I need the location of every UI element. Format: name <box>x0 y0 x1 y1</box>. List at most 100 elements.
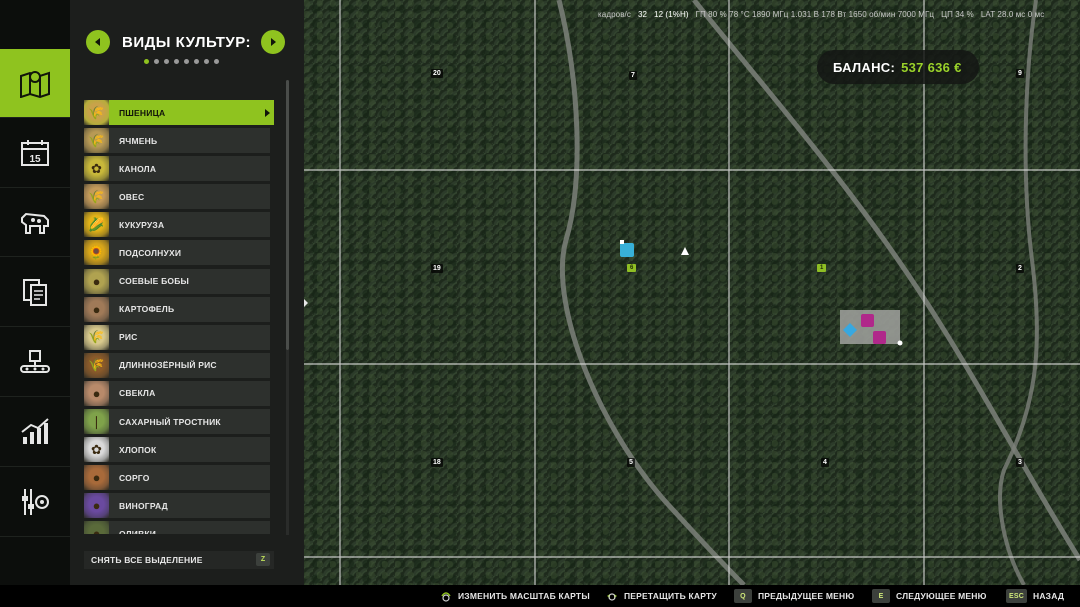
long-grain-rice-icon: 🌾 <box>84 352 109 378</box>
hint-next-menu[interactable]: E СЛЕДУЮЩЕЕ МЕНЮ <box>872 589 987 603</box>
crop-item[interactable]: ✿ ХЛОПОК <box>84 437 270 463</box>
page-dot[interactable] <box>214 59 219 64</box>
crop-item[interactable]: 🌾 ПШЕНИЦА <box>84 100 274 125</box>
nav-settings-button[interactable] <box>0 468 70 537</box>
hint-zoom-map[interactable]: ИЗМЕНИТЬ МАСШТАБ КАРТЫ <box>440 589 590 603</box>
crop-item[interactable]: 🌻 ПОДСОЛНУХИ <box>84 240 270 266</box>
crop-glyph: ● <box>92 301 101 317</box>
crop-label: ХЛОПОК <box>119 444 157 455</box>
crop-item[interactable]: ● ВИНОГРАД <box>84 493 270 519</box>
shop-marker-icon[interactable] <box>620 243 634 257</box>
cpu-stats: ЦП 34 % <box>941 10 974 19</box>
crop-glyph: 🌽 <box>88 216 105 232</box>
crop-item[interactable]: ● КАРТОФЕЛЬ <box>84 296 270 322</box>
field-number-tag[interactable]: 6 <box>627 264 637 272</box>
nav-animals-button[interactable] <box>0 188 70 257</box>
grid-label: 20 <box>431 69 443 78</box>
crop-glyph: 🌾 <box>88 329 105 345</box>
map-icon <box>20 71 50 98</box>
road <box>556 0 746 585</box>
building-marker-icon[interactable] <box>873 331 886 344</box>
crop-glyph: ✿ <box>91 441 102 457</box>
panel-header: ВИДЫ КУЛЬТУР: <box>70 30 304 56</box>
crop-glyph: ● <box>92 385 101 401</box>
crop-glyph: ● <box>92 526 101 534</box>
crop-glyph: 🌾 <box>88 132 105 148</box>
page-dot[interactable] <box>194 59 199 64</box>
hint-drag-map[interactable]: ПЕРЕТАЩИТЬ КАРТУ <box>606 589 717 603</box>
page-dot[interactable] <box>174 59 179 64</box>
performance-stats: кадров/с 32 12 (1%Н) ГП 80 % 78 °C 1890 … <box>598 10 1044 19</box>
balance-value: 537 636 € <box>901 59 962 75</box>
wheat-icon: 🌾 <box>84 100 109 125</box>
key-esc: ESC <box>1006 589 1027 603</box>
next-page-button[interactable] <box>261 30 285 54</box>
menu-icon-bar: 15 <box>0 0 76 607</box>
building-marker-icon[interactable] <box>861 314 874 327</box>
deselect-all-button[interactable]: СНЯТЬ ВСЕ ВЫДЕЛЕНИЕ Z <box>84 551 274 569</box>
calendar-icon: 15 <box>21 140 49 166</box>
hint-label: НАЗАД <box>1033 591 1065 601</box>
crop-item[interactable]: 🌾 ЯЧМЕНЬ <box>84 128 270 154</box>
soybean-icon: ● <box>84 268 109 294</box>
beet-icon: ● <box>84 380 109 406</box>
potato-icon: ● <box>84 296 109 322</box>
gpu-stats: ГП 80 % 78 °C 1890 МГц 1.031 В 178 Вт 16… <box>695 10 935 19</box>
production-icon <box>20 350 50 373</box>
page-dot[interactable] <box>154 59 159 64</box>
nav-map-button[interactable] <box>0 49 76 118</box>
page-dot[interactable] <box>204 59 209 64</box>
crop-label: СОРГО <box>119 472 150 483</box>
nav-contracts-button[interactable] <box>0 258 70 327</box>
canola-icon: ✿ <box>84 156 109 182</box>
grid-label: 2 <box>1016 264 1024 273</box>
page-dot[interactable] <box>144 59 149 64</box>
crop-item[interactable]: 🌾 ДЛИННОЗЁРНЫЙ РИС <box>84 352 270 378</box>
sugarcane-icon: ❘ <box>84 409 109 435</box>
prev-page-button[interactable] <box>86 30 110 54</box>
crop-list-scroll-track[interactable] <box>286 350 289 535</box>
grid-label: 3 <box>1016 458 1024 467</box>
crop-glyph: 🌻 <box>88 244 105 260</box>
hint-prev-menu[interactable]: Q ПРЕДЫДУЩЕЕ МЕНЮ <box>734 589 854 603</box>
nav-production-button[interactable] <box>0 328 70 397</box>
grid-label: 5 <box>627 458 635 467</box>
map-view[interactable]: 20 7 9 19 2 18 5 4 3 6 1 <box>304 0 1080 585</box>
crop-label: СОЕВЫЕ БОБЫ <box>119 276 190 287</box>
frame-value: 12 (1%Н) <box>654 10 689 19</box>
crop-label: ОЛИВКИ <box>119 528 157 534</box>
balance-display: БАЛАНС: 537 636 € <box>817 50 979 84</box>
crop-label: РИС <box>119 332 138 343</box>
field-number-tag[interactable]: 1 <box>817 264 827 272</box>
crop-item[interactable]: ❘ САХАРНЫЙ ТРОСТНИК <box>84 409 270 435</box>
crop-item[interactable]: ● СОРГО <box>84 465 270 491</box>
nav-statistics-button[interactable] <box>0 398 70 467</box>
key-e: E <box>872 589 890 603</box>
latency-stats: LAT 28.0 мс 0 мс <box>980 10 1045 19</box>
crop-item[interactable]: ● ОЛИВКИ <box>84 521 270 534</box>
crop-item[interactable]: ● СОЕВЫЕ БОБЫ <box>84 268 270 294</box>
corn-icon: 🌽 <box>84 212 109 238</box>
panel-title: ВИДЫ КУЛЬТУР: <box>122 34 252 51</box>
crop-label: ВИНОГРАД <box>119 500 168 511</box>
crop-list-scrollbar[interactable] <box>286 80 289 350</box>
crop-item[interactable]: ✿ КАНОЛА <box>84 156 270 182</box>
player-marker-icon[interactable] <box>681 247 689 255</box>
crop-item[interactable]: 🌾 РИС <box>84 324 270 350</box>
crop-item[interactable]: 🌽 КУКУРУЗА <box>84 212 270 238</box>
crop-label: ПШЕНИЦА <box>119 107 166 118</box>
deselect-key-hint: Z <box>256 553 270 566</box>
hint-back[interactable]: ESC НАЗАД <box>1006 589 1064 603</box>
page-dot[interactable] <box>164 59 169 64</box>
deselect-all-label: СНЯТЬ ВСЕ ВЫДЕЛЕНИЕ <box>91 555 203 565</box>
crop-item[interactable]: 🌾 ОВЕС <box>84 184 270 210</box>
crop-item[interactable]: ● СВЕКЛА <box>84 380 270 406</box>
barley-icon: 🌾 <box>84 128 109 154</box>
page-dot[interactable] <box>184 59 189 64</box>
rice-icon: 🌾 <box>84 324 109 350</box>
mouse-wheel-icon <box>441 592 451 602</box>
collapse-panel-icon[interactable] <box>303 298 309 308</box>
nav-calendar-button[interactable]: 15 <box>0 119 70 188</box>
crop-label: ПОДСОЛНУХИ <box>119 247 182 258</box>
controls-hint-bar: ИЗМЕНИТЬ МАСШТАБ КАРТЫ ПЕРЕТАЩИТЬ КАРТУ … <box>0 585 1080 607</box>
